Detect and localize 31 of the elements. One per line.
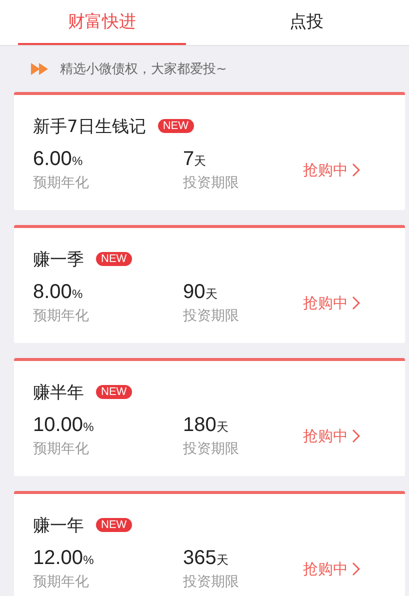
new-badge: NEW [96, 518, 132, 532]
product-name: 赚一季 [33, 248, 84, 270]
tab[interactable]: 财富快进 [18, 0, 186, 45]
tab[interactable]: 点投 [222, 0, 390, 45]
term-value: 90天 [183, 280, 218, 305]
term-label: 投资期限 [183, 174, 240, 193]
product-card[interactable]: 赚一季 NEW 8.00% 预期年化 90天 投资期限 抢购中 [14, 225, 405, 343]
rate-value: 8.00% [33, 280, 84, 305]
product-card[interactable]: 赚一年 NEW 12.00% 预期年化 365天 投资期限 抢购中 [14, 491, 405, 596]
new-badge: NEW [96, 252, 132, 266]
rate-value: 6.00% [33, 147, 84, 172]
term-value: 365天 [183, 546, 230, 571]
new-badge: NEW [96, 385, 132, 399]
term-label: 投资期限 [183, 440, 240, 459]
term-value: 180天 [183, 413, 230, 438]
rate-label: 预期年化 [33, 307, 90, 326]
product-name: 赚半年 [33, 382, 84, 404]
term-label: 投资期限 [183, 307, 240, 326]
rate-value: 10.00% [33, 413, 95, 438]
rate-label: 预期年化 [33, 573, 90, 592]
new-badge: NEW [158, 119, 194, 133]
rate-label: 预期年化 [33, 440, 90, 459]
term-label: 投资期限 [183, 573, 240, 592]
product-name: 新手7日生钱记 [33, 116, 146, 138]
product-card[interactable]: 赚半年 NEW 10.00% 预期年化 180天 投资期限 抢购中 [14, 358, 405, 476]
rate-label: 预期年化 [33, 174, 90, 193]
product-card[interactable]: 新手7日生钱记 NEW 6.00% 预期年化 7天 投资期限 抢购中 [14, 92, 405, 210]
product-name: 赚一年 [33, 514, 84, 536]
banner-text: 精选小微债权，大家都爱投~ [60, 61, 227, 78]
term-value: 7天 [183, 147, 208, 172]
rate-value: 12.00% [33, 546, 95, 571]
